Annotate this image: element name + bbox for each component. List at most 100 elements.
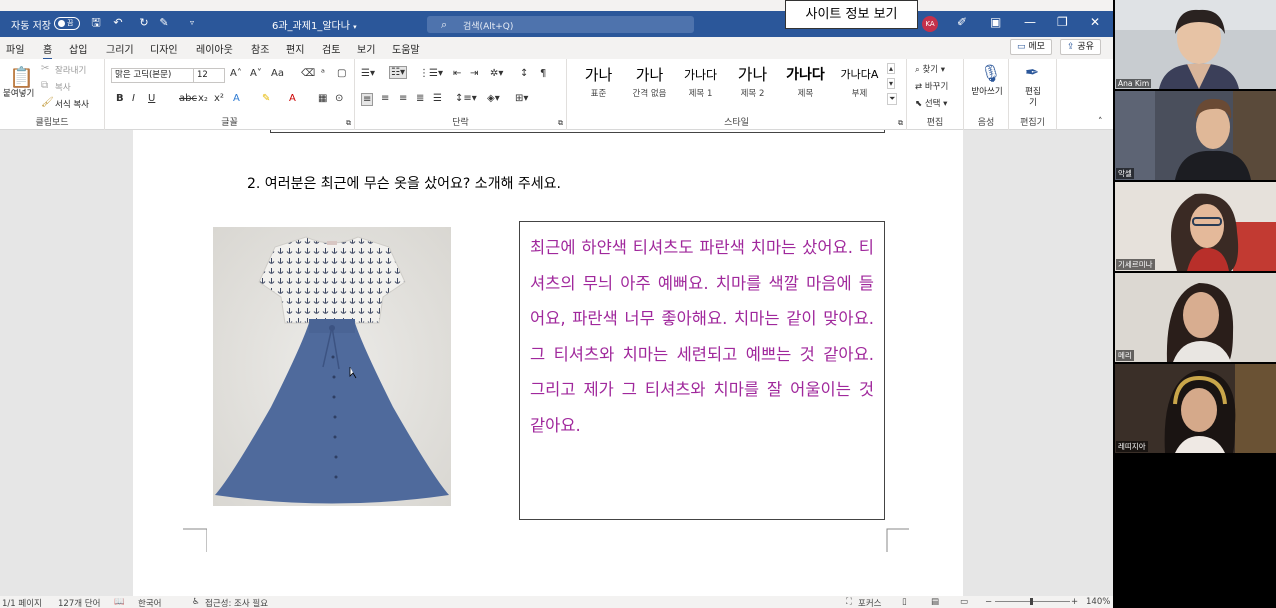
multilevel-list-icon[interactable]: ⋮☰▾ [419,68,443,79]
accessibility-icon[interactable]: ♿ [192,597,200,607]
char-border-icon[interactable]: ▢ [337,68,346,79]
tab-layout[interactable]: 레이아웃 [196,41,233,56]
customize-qat-icon[interactable]: ▿ [186,17,198,29]
chevron-down-icon[interactable]: ▾ [353,23,357,31]
cut-icon[interactable]: ✂ [41,63,49,74]
tab-mailings[interactable]: 편지 [286,41,304,56]
bold-icon[interactable]: B [116,93,124,104]
style-heading-1[interactable]: 가나다 제목 1 [674,63,727,105]
editor-icon[interactable]: ✒ [1025,63,1039,83]
account-avatar[interactable]: KA [922,16,938,32]
grow-font-icon[interactable]: A˄ [230,68,242,79]
participant-tile[interactable]: 악셀 [1115,91,1276,180]
styles-scroll-up-icon[interactable]: ▴ [887,63,896,74]
line-spacing-icon[interactable]: ↕≡▾ [455,93,477,104]
font-dialog-launcher-icon[interactable]: ⧉ [346,119,351,128]
styles-scroll-down-icon[interactable]: ▾ [887,78,896,89]
font-size-select[interactable]: 12 [193,68,225,83]
minimize-icon[interactable]: — [1024,15,1036,29]
style-subtitle[interactable]: 가나다A 부제 [833,63,886,105]
increase-indent-icon[interactable]: ⇥ [470,68,478,79]
shading-icon[interactable]: ◈▾ [487,93,500,104]
asian-layout-icon[interactable]: ✲▾ [490,68,503,79]
tab-file[interactable]: 파일 [6,41,24,56]
align-center-icon[interactable]: ≡ [381,93,389,104]
zoom-level[interactable]: 140% [1086,597,1110,607]
redo-icon[interactable]: ↻ [138,17,150,29]
change-case-icon[interactable]: Aa [271,68,284,79]
styles-dialog-launcher-icon[interactable]: ⧉ [898,119,903,128]
style-heading-2[interactable]: 가나 제목 2 [726,63,779,105]
sort-icon[interactable]: ↕ [520,68,528,79]
page-count[interactable]: 1/1 페이지 [2,597,42,608]
align-left-icon[interactable]: ≡ [361,93,374,106]
tab-help[interactable]: 도움말 [392,41,420,56]
site-info-button[interactable]: 사이트 정보 보기 [785,0,918,29]
read-mode-icon[interactable]: ▯ [902,597,907,607]
dictate-button[interactable]: 받아쓰기 [969,87,1005,98]
tab-references[interactable]: 참조 [251,41,269,56]
replace-button[interactable]: ⇄ 바꾸기 [915,80,948,92]
cut-button[interactable]: 잘라내기 [55,64,86,76]
participant-tile[interactable]: 기세르미나 [1115,182,1276,271]
copy-button[interactable]: 복사 [55,81,71,93]
borders-icon[interactable]: ⊞▾ [515,93,528,104]
web-layout-icon[interactable]: ▭ [960,597,968,607]
clear-format-icon[interactable]: ⌫ [301,68,315,79]
shrink-font-icon[interactable]: A˅ [250,68,262,79]
char-shading-icon[interactable]: ▦ [318,93,327,104]
styles-more-icon[interactable]: ⏷ [887,93,898,105]
copy-icon[interactable]: ⧉ [41,80,48,91]
font-color-icon[interactable]: A [289,93,296,104]
zoom-out-icon[interactable]: − [985,597,992,607]
autosave-toggle[interactable]: 끔 [54,17,80,30]
paste-icon[interactable]: 📋 [9,65,34,89]
ribbon-display-icon[interactable]: ▣ [990,15,1001,29]
paste-button[interactable]: 붙여넣기 [3,87,34,99]
paragraph-dialog-launcher-icon[interactable]: ⧉ [558,119,563,128]
select-button[interactable]: ⬉ 선택 ▾ [915,97,947,109]
find-button[interactable]: ⌕ 찾기 ▾ [915,63,945,75]
zoom-in-icon[interactable]: + [1071,597,1078,607]
enclose-char-icon[interactable]: ⊙ [335,93,343,104]
close-icon[interactable]: ✕ [1090,15,1100,29]
zoom-slider-thumb[interactable] [1030,598,1033,605]
font-name-select[interactable]: 맑은 고딕(본문) [111,68,195,83]
word-count[interactable]: 127개 단어 [58,597,100,608]
tab-draw[interactable]: 그리기 [106,41,134,56]
tab-insert[interactable]: 삽입 [69,41,87,56]
tab-design[interactable]: 디자인 [150,41,178,56]
highlight-icon[interactable]: ✎ [262,93,270,104]
participant-tile[interactable]: Ana Kim [1115,0,1276,89]
numbering-icon[interactable]: ☷▾ [389,66,407,79]
document-page[interactable]: 2. 여러분은 최근에 무슨 옷을 샀어요? 소개해 주세요. 최근에 하얀색 … [133,130,963,596]
text-effects-icon[interactable]: A [233,93,240,104]
underline-icon[interactable]: U [148,93,155,104]
participant-tile[interactable]: 레띠지아 [1115,364,1276,453]
focus-icon[interactable]: ⛶ [846,597,852,607]
proofing-icon[interactable]: 📖 [114,597,125,607]
comments-button[interactable]: ▭ 메모 [1010,39,1052,55]
answer-text-box[interactable]: 최근에 하얀색 티셔츠도 파란색 치마는 샀어요. 티셔츠의 무늬 아주 예뻐요… [519,221,885,520]
search-input[interactable]: ⌕ 검색(Alt+Q) [427,16,694,33]
editor-button[interactable]: 편집기 [1023,87,1043,109]
collapse-ribbon-icon[interactable]: ˄ [1098,117,1103,127]
focus-button[interactable]: 포커스 [858,597,881,608]
undo-icon[interactable]: ↶ [112,17,124,29]
subscript-icon[interactable]: x₂ [198,93,208,104]
tab-review[interactable]: 검토 [322,41,340,56]
restore-icon[interactable]: ❐ [1057,15,1068,29]
strikethrough-icon[interactable]: abc [179,93,197,104]
accessibility-status[interactable]: 접근성: 조사 필요 [205,597,268,608]
italic-icon[interactable]: I [132,93,135,104]
format-painter-button[interactable]: 서식 복사 [55,98,89,110]
participant-tile[interactable]: 메리 [1115,273,1276,362]
document-title[interactable]: 6과_과제1_알다나 [272,21,350,32]
style-no-spacing[interactable]: 가나 간격 없음 [623,63,676,105]
language-indicator[interactable]: 한국어 [138,597,161,608]
tab-view[interactable]: 보기 [357,41,375,56]
phonetic-guide-icon[interactable]: ᵃ [321,68,325,79]
pen-icon[interactable]: ✐ [957,15,967,29]
tab-home[interactable]: 홈 [43,41,53,60]
justify-icon[interactable]: ≣ [416,93,424,104]
